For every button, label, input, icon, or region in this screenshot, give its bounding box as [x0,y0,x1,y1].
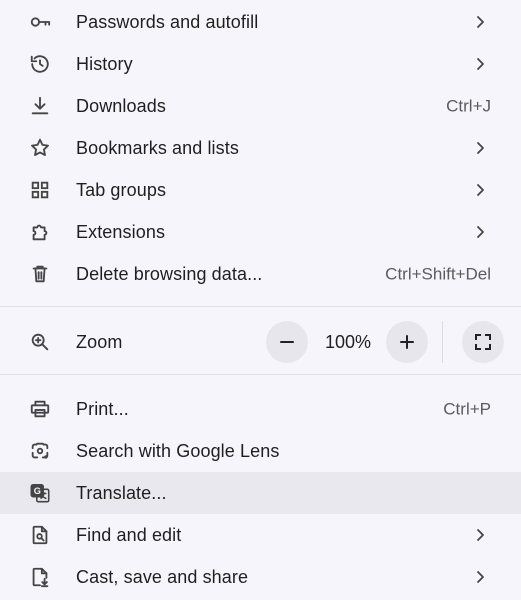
zoom-divider [442,321,443,363]
chevron-right-icon [473,183,487,197]
download-icon [28,94,52,118]
menu-item-label: Cast, save and share [76,567,249,587]
shortcut-label: Ctrl+J [446,96,491,116]
menu-item-translate[interactable]: G Translate... [0,472,521,514]
menu-separator [0,306,521,307]
fullscreen-button[interactable] [462,321,504,363]
menu-item-find-and-edit[interactable]: Find and edit [0,514,521,556]
browser-menu: Passwords and autofill History Downloads… [0,0,521,600]
svg-text:G: G [34,486,41,496]
menu-item-label: Downloads [76,96,166,116]
print-icon [28,397,52,421]
menu-item-label: History [76,54,133,74]
history-icon [28,52,52,76]
key-icon [28,10,52,34]
chevron-right-icon [473,528,487,542]
shortcut-label: Ctrl+P [443,399,491,419]
fullscreen-icon [474,333,492,351]
chevron-right-icon [473,225,487,239]
zoom-row: Zoom 100% [0,311,521,373]
menu-item-bookmarks-and-lists[interactable]: Bookmarks and lists [0,127,521,169]
menu-separator [0,374,521,375]
menu-item-label: Tab groups [76,180,167,200]
chevron-right-icon [473,570,487,584]
zoom-in-button[interactable] [386,321,428,363]
chevron-right-icon [473,15,487,29]
menu-item-label: Passwords and autofill [76,12,259,32]
menu-item-label: Bookmarks and lists [76,138,239,158]
menu-item-delete-browsing-data[interactable]: Delete browsing data... Ctrl+Shift+Del [0,253,521,295]
menu-item-label: Search with Google Lens [76,441,280,461]
zoom-label: Zoom [76,332,123,352]
tab-groups-icon [28,178,52,202]
menu-item-print[interactable]: Print... Ctrl+P [0,388,521,430]
zoom-icon [28,330,52,354]
zoom-out-button[interactable] [266,321,308,363]
menu-item-history[interactable]: History [0,43,521,85]
menu-item-label: Extensions [76,222,166,242]
menu-item-cast-save-and-share[interactable]: Cast, save and share [0,556,521,598]
star-icon [28,136,52,160]
menu-item-downloads[interactable]: Downloads Ctrl+J [0,85,521,127]
translate-icon: G [28,481,52,505]
menu-item-extensions[interactable]: Extensions [0,211,521,253]
trash-icon [28,262,52,286]
find-page-icon [28,523,52,547]
menu-item-tab-groups[interactable]: Tab groups [0,169,521,211]
menu-item-label: Translate... [76,483,167,503]
google-lens-icon [28,439,52,463]
chevron-right-icon [473,57,487,71]
zoom-value: 100% [324,332,372,352]
minus-icon [278,333,296,351]
menu-item-label: Delete browsing data... [76,264,263,284]
menu-item-search-with-google-lens[interactable]: Search with Google Lens [0,430,521,472]
chevron-right-icon [473,141,487,155]
plus-icon [398,333,416,351]
puzzle-icon [28,220,52,244]
menu-item-label: Print... [76,399,129,419]
cast-save-share-icon [28,565,52,589]
shortcut-label: Ctrl+Shift+Del [385,264,491,284]
menu-item-passwords-and-autofill[interactable]: Passwords and autofill [0,1,521,43]
menu-item-label: Find and edit [76,525,182,545]
